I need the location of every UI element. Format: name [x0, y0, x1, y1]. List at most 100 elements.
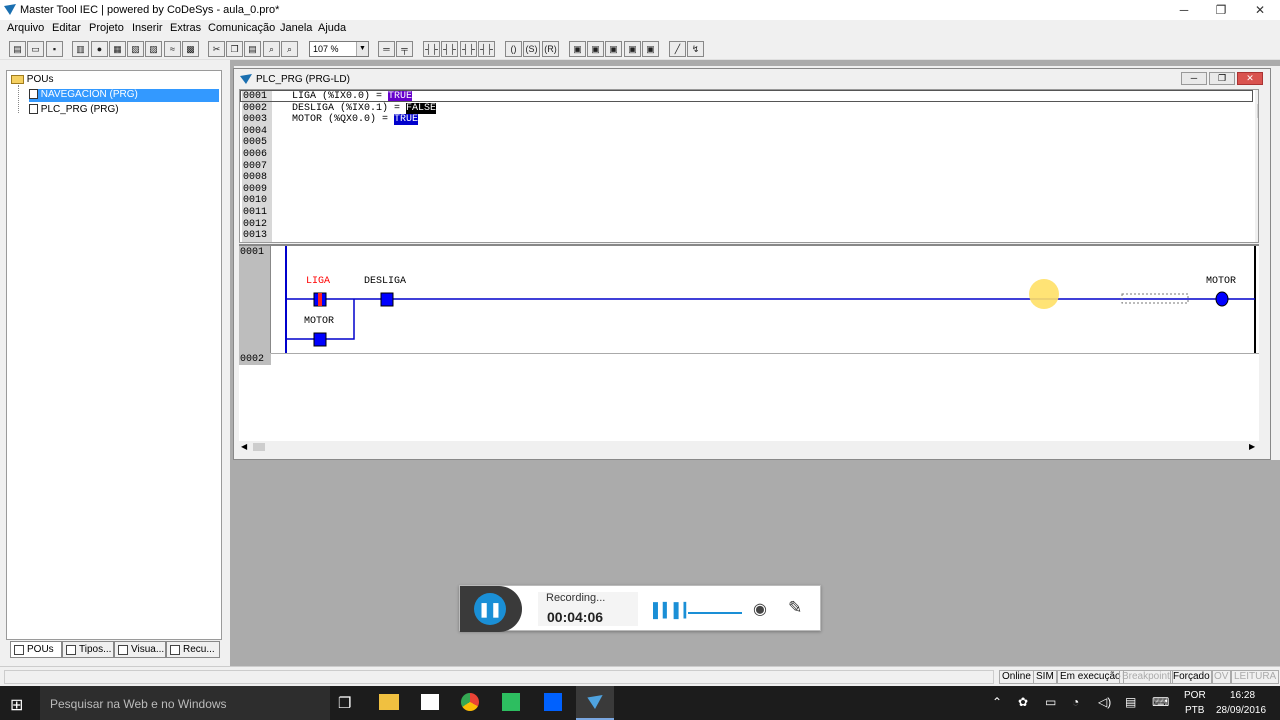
negated-parallel-contact-icon[interactable]: ┤├: [478, 41, 495, 57]
tab-recursos[interactable]: Recu...: [166, 641, 220, 658]
notification-icon[interactable]: ▤: [1125, 695, 1136, 709]
menu-arquivo[interactable]: Arquivo: [7, 22, 44, 34]
stop-icon[interactable]: ●: [91, 41, 108, 57]
menu-editar[interactable]: Editar: [52, 22, 81, 34]
menu-inserir[interactable]: Inserir: [132, 22, 163, 34]
contact-icon[interactable]: ┤├: [423, 41, 440, 57]
maximize-button[interactable]: ❐: [1201, 2, 1241, 18]
dropbox-icon[interactable]: [544, 693, 562, 711]
box-output-icon[interactable]: ▣: [624, 41, 641, 57]
cut-icon[interactable]: ✂: [208, 41, 225, 57]
taskbar-search[interactable]: Pesquisar na Web e no Windows: [40, 686, 330, 720]
tree-root[interactable]: POUs: [11, 74, 53, 85]
var-desliga-value: FALSE: [406, 102, 437, 114]
negated-contact-icon[interactable]: ┤├: [460, 41, 477, 57]
step-into-icon[interactable]: ▩: [182, 41, 199, 57]
tree-item-navegacion[interactable]: NAVEGACION (PRG): [29, 89, 219, 102]
mouse-highlight: [1029, 279, 1059, 309]
menu-extras[interactable]: Extras: [170, 22, 201, 34]
tab-pous[interactable]: POUs: [10, 641, 62, 658]
copy-icon[interactable]: ❐: [226, 41, 243, 57]
menu-janela[interactable]: Janela: [280, 22, 312, 34]
keyboard-layout[interactable]: PTB: [1185, 705, 1204, 716]
file-explorer-icon[interactable]: [379, 694, 399, 710]
box-icon[interactable]: ▣: [569, 41, 586, 57]
menu-ajuda[interactable]: Ajuda: [318, 22, 346, 34]
status-leitura: LEITURA: [1231, 670, 1280, 684]
minimize-button[interactable]: ─: [1164, 2, 1204, 18]
close-button[interactable]: ✕: [1240, 2, 1280, 18]
menu-comunicacao[interactable]: Comunicação: [208, 22, 275, 34]
scroll-down-icon[interactable]: ▼: [1257, 230, 1258, 237]
tray-app-icon[interactable]: ✿: [1018, 695, 1028, 709]
clock-date[interactable]: 28/09/2016: [1216, 705, 1266, 716]
new-file-icon[interactable]: ▤: [9, 41, 26, 57]
run-icon[interactable]: ▦: [109, 41, 126, 57]
webcam-icon[interactable]: ◉: [753, 599, 767, 619]
ladder-pane[interactable]: 0001 0002 LIGA DESLIGA MOTOR MOTOR: [239, 244, 1259, 444]
status-message-area: [4, 670, 994, 684]
zoom-select[interactable]: 107 % ▼: [309, 41, 369, 57]
volume-icon[interactable]: ◁): [1098, 695, 1111, 709]
window-title: Master Tool IEC | powered by CoDeSys - a…: [20, 4, 280, 16]
find-icon[interactable]: ⌕: [263, 41, 280, 57]
find-next-icon[interactable]: ⌕: [281, 41, 298, 57]
ladder-horizontal-scrollbar[interactable]: ◀ ▶: [239, 441, 1261, 453]
login-icon[interactable]: ▥: [72, 41, 89, 57]
evernote-icon[interactable]: [502, 693, 520, 711]
store-icon[interactable]: [421, 694, 439, 710]
contact-desliga: [380, 292, 394, 307]
step-over-icon[interactable]: ≈: [164, 41, 181, 57]
jump-icon[interactable]: ╱: [669, 41, 686, 57]
reset-coil-icon[interactable]: (R): [542, 41, 559, 57]
volume-slider[interactable]: [688, 612, 742, 614]
clock-time[interactable]: 16:28: [1230, 690, 1255, 701]
menu-bar: Arquivo Editar Projeto Inserir Extras Co…: [0, 20, 1280, 36]
tree-item-plc-prg[interactable]: PLC_PRG (PRG): [29, 104, 119, 115]
tab-visualizacao[interactable]: Visua...: [114, 641, 166, 658]
box-input-icon[interactable]: ▣: [605, 41, 622, 57]
editor-close-button[interactable]: ✕: [1237, 72, 1263, 85]
save-icon[interactable]: ▪: [46, 41, 63, 57]
pen-icon[interactable]: ✎: [788, 598, 802, 618]
paste-icon[interactable]: ▤: [244, 41, 261, 57]
coil-icon[interactable]: (): [505, 41, 522, 57]
chrome-icon[interactable]: [461, 693, 479, 711]
editor-minimize-button[interactable]: ─: [1181, 72, 1207, 85]
wifi-icon[interactable]: ◔: [1072, 695, 1079, 709]
master-tool-taskbar-icon[interactable]: [576, 686, 614, 720]
network-icon[interactable]: ═: [378, 41, 395, 57]
tray-chevron-up-icon[interactable]: ⌃: [992, 695, 1002, 709]
menu-projeto[interactable]: Projeto: [89, 22, 124, 34]
box-comment-icon[interactable]: ▣: [642, 41, 659, 57]
set-coil-icon[interactable]: (S): [523, 41, 540, 57]
breakpoint-icon[interactable]: ▨: [145, 41, 162, 57]
battery-icon[interactable]: ▭: [1045, 695, 1056, 709]
line-number: 0011: [242, 207, 272, 219]
tab-tipos[interactable]: Tipos...: [62, 641, 114, 658]
recording-status: Recording...: [546, 592, 606, 604]
step-icon[interactable]: ▧: [127, 41, 144, 57]
windows-start-icon[interactable]: ⊞: [10, 695, 23, 715]
box-enable-icon[interactable]: ▣: [587, 41, 604, 57]
task-view-icon[interactable]: ❐: [338, 694, 351, 712]
parallel-contact-icon[interactable]: ┤├: [441, 41, 458, 57]
recording-time: 00:04:06: [547, 609, 604, 625]
line-number: 0004: [242, 125, 272, 138]
pause-button[interactable]: ❚❚: [474, 593, 506, 625]
declaration-pane[interactable]: 0001 0002 0003 0004 0005 0006 0007 0008 0009 0010…: [239, 89, 1259, 243]
open-file-icon[interactable]: ▭: [27, 41, 44, 57]
return-icon[interactable]: ↯: [687, 41, 704, 57]
keyboard-icon[interactable]: ⌨: [1152, 695, 1169, 709]
scroll-up-icon[interactable]: ▲: [1257, 92, 1258, 99]
scroll-thumb[interactable]: [1257, 104, 1258, 118]
scroll-right-icon[interactable]: ▶: [1249, 442, 1255, 451]
editor-restore-button[interactable]: ❐: [1209, 72, 1235, 85]
scroll-left-icon[interactable]: ◀: [241, 442, 247, 451]
chevron-down-icon[interactable]: ▼: [356, 42, 368, 56]
hscroll-thumb[interactable]: [253, 443, 265, 451]
declaration-scrollbar[interactable]: ▲ ▼: [1255, 90, 1258, 242]
language-code[interactable]: POR: [1184, 690, 1206, 701]
audio-levels-icon[interactable]: ▌▍▌▎: [653, 602, 694, 619]
network-after-icon[interactable]: ╤: [396, 41, 413, 57]
